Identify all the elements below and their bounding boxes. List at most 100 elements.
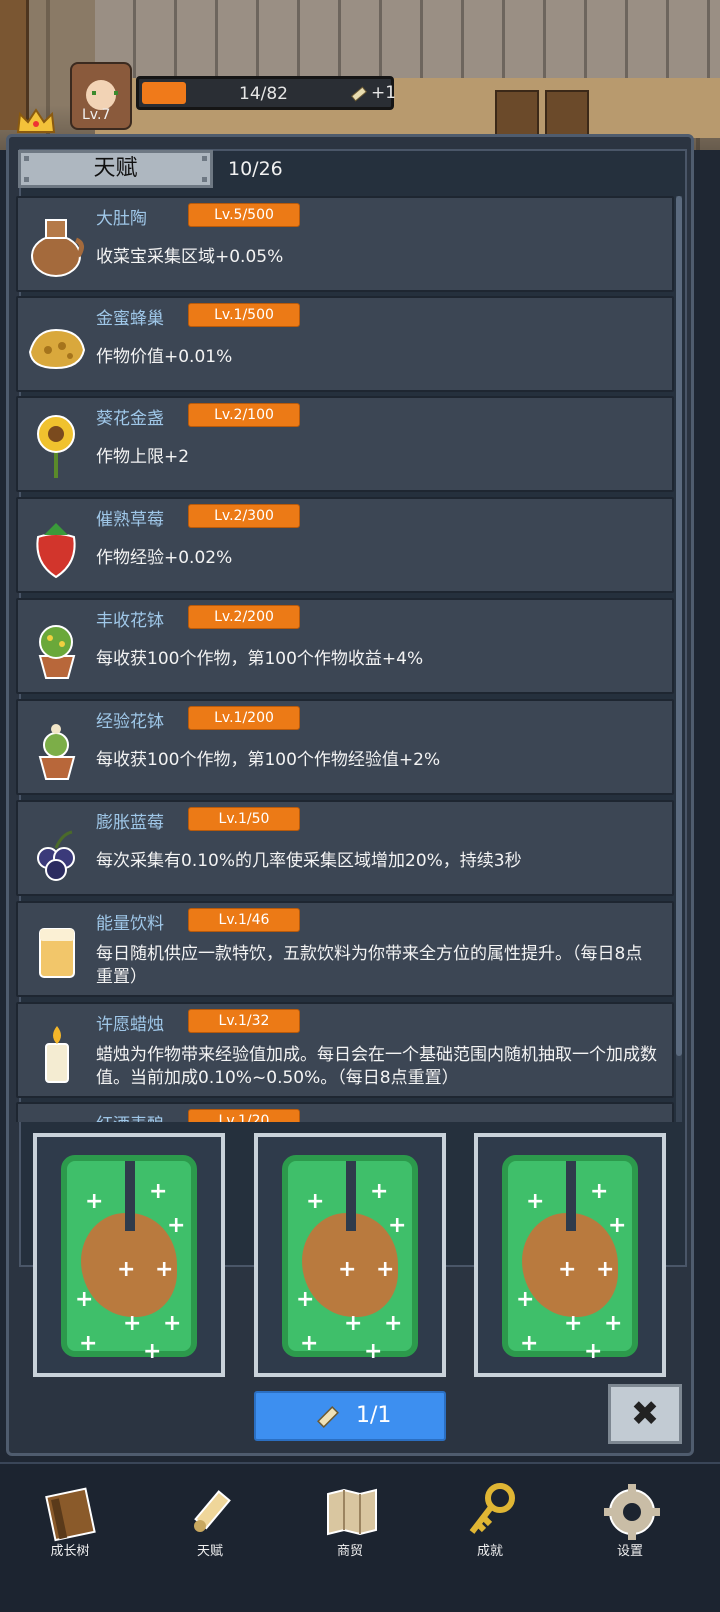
panel-title-plate: 天赋 [18, 150, 213, 188]
nav-item-growth-tree[interactable]: 成长树 [20, 1476, 120, 1596]
sparkle-icon: + [388, 1213, 407, 1238]
xp-bonus: +1 [371, 83, 397, 103]
scroll-icon [194, 1490, 231, 1532]
talent-name: 膨胀蓝莓 [96, 813, 164, 833]
talent-description: 作物上限+2 [96, 447, 190, 467]
avatar-face [86, 80, 116, 110]
draw-count: 1/1 [356, 1403, 392, 1428]
player-level: Lv.7 [82, 107, 111, 123]
xp-bar: 14/82 +1 [136, 76, 397, 110]
sparkle-icon: + [123, 1311, 142, 1336]
rivet [24, 177, 29, 182]
sparkle-icon: + [370, 1179, 389, 1204]
nav-item-achievement[interactable]: 成就 [440, 1476, 540, 1596]
crown-icon [16, 108, 56, 133]
sparkle-icon: + [596, 1257, 615, 1282]
nav-label: 设置 [616, 1544, 643, 1559]
energy-drink-icon [39, 928, 75, 978]
sparkle-icon: + [85, 1189, 104, 1214]
talent-name: 丰收花钵 [96, 611, 164, 631]
draw-button[interactable]: 1/1 [254, 1391, 446, 1441]
sparkle-icon: + [149, 1179, 168, 1204]
gear-icon [604, 1484, 660, 1540]
talent-name: 大肚陶 [96, 209, 147, 229]
close-button[interactable]: ✖ [608, 1384, 682, 1444]
sparkle-icon: + [584, 1339, 603, 1364]
nav-item-talent[interactable]: 天赋 [160, 1476, 260, 1596]
talent-name: 催熟草莓 [96, 510, 164, 530]
sparkle-icon: + [143, 1339, 162, 1364]
avatar-eyes [92, 91, 118, 95]
talent-name: 经验花钵 [96, 712, 164, 732]
talent-list[interactable]: 大肚陶 Lv.5/500 收菜宝采集区域+0.05% 金蜜蜂巢 Lv.1/500… [16, 196, 676, 1122]
talent-description: 每收获100个作物，第100个作物经验值+2% [96, 750, 441, 770]
sparkle-icon: + [163, 1311, 182, 1336]
nav-label: 商贸 [336, 1544, 363, 1559]
sparkle-icon: + [558, 1257, 577, 1282]
talent-level-badge: Lv.5/500 [188, 203, 300, 227]
talent-card[interactable]: 大肚陶 Lv.5/500 收菜宝采集区域+0.05% [16, 196, 674, 292]
talent-description: 每收获100个作物，第100个作物收益+4% [96, 649, 424, 669]
xp-text: 14/82 [239, 84, 288, 104]
book-icon [45, 1487, 96, 1542]
talent-card[interactable]: 许愿蜡烛 Lv.1/32 蜡烛为作物带来经验值加成。每日会在一个基础范围内随机抽… [16, 1002, 674, 1098]
talent-count: 10/26 [228, 158, 283, 180]
sparkle-icon: + [604, 1311, 623, 1336]
sparkle-icon: + [306, 1189, 325, 1214]
card-slot-2[interactable]: + + + + + + + + + + [254, 1133, 446, 1377]
talent-description: 作物价值+0.01% [96, 347, 233, 367]
scroll-icon [317, 1406, 339, 1428]
sparkle-icon: + [608, 1213, 627, 1238]
card-crack [125, 1161, 135, 1231]
honeycomb-icon [28, 328, 86, 370]
talent-level-badge: Lv.1/46 [188, 908, 300, 932]
talent-list-scrollbar[interactable] [676, 196, 682, 1122]
talent-name: 许愿蜡烛 [96, 1015, 164, 1035]
talent-level-badge: Lv.2/300 [188, 504, 300, 528]
sparkle-icon: + [300, 1331, 319, 1356]
nav-label: 成长树 [50, 1544, 90, 1559]
talent-card[interactable]: 催熟草莓 Lv.2/300 作物经验+0.02% [16, 497, 674, 593]
blueberry-icon [37, 830, 75, 881]
card-slot-3[interactable]: + + + + + + + + + + [474, 1133, 666, 1377]
bottom-nav: 成长树 天赋 商贸 成就 设置 [0, 1462, 720, 1612]
sparkle-icon: + [167, 1213, 186, 1238]
sparkle-icon: + [338, 1257, 357, 1282]
talent-description: 蜡烛为作物带来经验值加成。每日会在一个基础范围内随机抽取一个加成数值。当前加成0… [96, 1045, 657, 1088]
talent-card[interactable]: 经验花钵 Lv.1/200 每收获100个作物，第100个作物经验值+2% [16, 699, 674, 795]
exp-pot-icon [38, 724, 76, 780]
sparkle-icon: + [520, 1331, 539, 1356]
talent-card[interactable]: 膨胀蓝莓 Lv.1/50 每次采集有0.10%的几率使采集区域增加20%，持续3… [16, 800, 674, 896]
card-crack [566, 1161, 576, 1231]
sparkle-icon: + [376, 1257, 395, 1282]
talent-card[interactable]: 丰收花钵 Lv.2/200 每收获100个作物，第100个作物收益+4% [16, 598, 674, 694]
flower-pot-icon [38, 625, 76, 679]
card-slot-1[interactable]: + + + + + + + + + + [33, 1133, 225, 1377]
card-back-icon: + + + + + + + + + + [502, 1155, 638, 1364]
scroll-icon [351, 86, 367, 102]
rivet [202, 177, 207, 182]
talent-description: 每次采集有0.10%的几率使采集区域增加20%，持续3秒 [96, 851, 522, 871]
talent-card[interactable]: 葵花金盏 Lv.2/100 作物上限+2 [16, 396, 674, 492]
sparkle-icon: + [526, 1189, 545, 1214]
talent-card[interactable]: 金蜜蜂巢 Lv.1/500 作物价值+0.01% [16, 296, 674, 392]
talent-level-badge: Lv.1/200 [188, 706, 300, 730]
sparkle-icon: + [516, 1287, 535, 1312]
nav-label: 成就 [476, 1544, 503, 1559]
sunflower-icon [37, 415, 75, 478]
talent-description: 收菜宝采集区域+0.05% [96, 247, 284, 267]
candle-icon [45, 1026, 69, 1083]
nav-item-trade[interactable]: 商贸 [300, 1476, 400, 1596]
scrollbar-thumb[interactable] [676, 196, 682, 1056]
talent-card[interactable]: 红酒麦酿 Lv.1/20 [16, 1102, 674, 1122]
rivet [24, 156, 29, 161]
talent-name: 葵花金盏 [96, 409, 164, 429]
key-icon [469, 1483, 515, 1534]
talent-card[interactable]: 能量饮料 Lv.1/46 每日随机供应一款特饮，五款饮料为你带来全方位的属性提升… [16, 901, 674, 997]
panel-title: 天赋 [93, 156, 138, 181]
talent-level-badge: Lv.1/32 [188, 1009, 300, 1033]
nav-item-settings[interactable]: 设置 [580, 1476, 680, 1596]
clay-pot-icon [31, 219, 84, 277]
card-back-icon: + + + + + + + + + + [61, 1155, 197, 1364]
sparkle-icon: + [117, 1257, 136, 1282]
